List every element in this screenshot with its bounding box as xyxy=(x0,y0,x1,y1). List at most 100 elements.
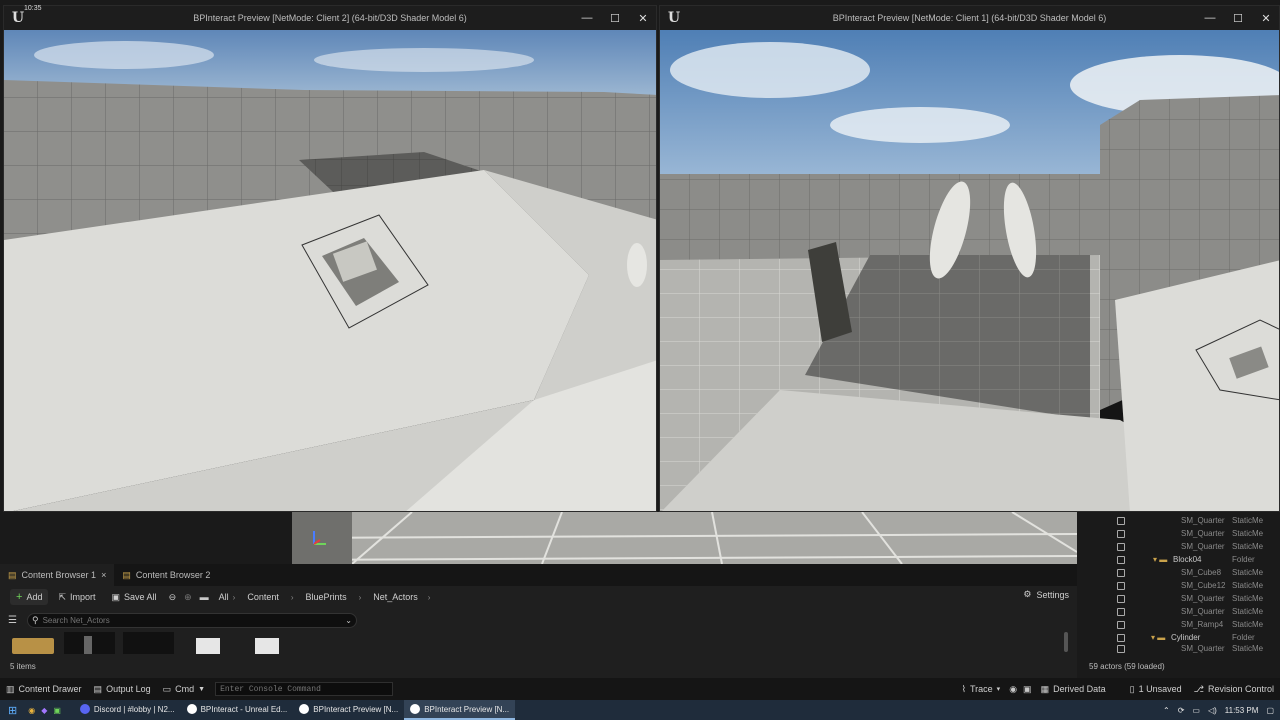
visual-studio-icon[interactable]: ◆ xyxy=(38,706,50,715)
tab-close-button[interactable]: × xyxy=(101,570,106,580)
outliner-row[interactable]: SM_Cube8 StaticMe xyxy=(1077,566,1280,579)
lock-icon[interactable] xyxy=(1117,555,1125,564)
lock-icon[interactable] xyxy=(1117,620,1125,629)
minimize-button[interactable]: — xyxy=(580,12,594,24)
asset-thumbnail[interactable] xyxy=(123,632,174,654)
network-icon[interactable]: ▭ xyxy=(1192,706,1200,715)
maximize-button[interactable]: ☐ xyxy=(1231,12,1245,25)
outliner-row[interactable]: SM_Quarter StaticMe xyxy=(1077,514,1280,527)
asset-thumbnail[interactable] xyxy=(241,632,292,654)
client1-viewport[interactable] xyxy=(660,30,1279,511)
taskbar-item-label: BPInteract - Unreal Ed... xyxy=(200,704,288,714)
breadcrumb-all[interactable]: All xyxy=(219,592,229,602)
lock-icon[interactable] xyxy=(1117,568,1125,577)
tab-label: Content Browser 1 xyxy=(21,570,97,580)
outliner-row[interactable]: SM_Quarter StaticMe xyxy=(1077,527,1280,540)
lock-icon[interactable] xyxy=(1117,542,1125,551)
lock-icon[interactable] xyxy=(1117,581,1125,590)
asset-scrollbar[interactable] xyxy=(1064,632,1068,652)
outliner-row[interactable]: SM_Cube12 StaticMe xyxy=(1077,579,1280,592)
minimize-button[interactable]: — xyxy=(1203,12,1217,24)
taskbar: ⊞ ◉ ◆ ▣ Discord | #lobby | N2... BPInter… xyxy=(0,700,1280,720)
history-forward-icon[interactable]: ⊕ xyxy=(182,592,194,603)
tab-content-browser-2[interactable]: ▤ Content Browser 2 xyxy=(114,564,218,586)
trace-button[interactable]: ⌇ Trace ▾ xyxy=(956,684,1007,695)
save-all-label: Save All xyxy=(124,592,157,602)
revision-control-button[interactable]: ⎇ Revision Control xyxy=(1188,684,1280,695)
close-button[interactable]: ✕ xyxy=(1259,12,1273,25)
lock-icon[interactable] xyxy=(1117,633,1125,642)
record-icon[interactable]: ◉ xyxy=(1006,684,1020,695)
client2-window[interactable]: U BPInteract Preview [NetMode: Client 2]… xyxy=(3,5,657,512)
outliner-row[interactable]: SM_Ramp4 StaticMe xyxy=(1077,618,1280,631)
import-button[interactable]: ⇱ Import xyxy=(52,590,101,605)
search-box[interactable]: ⚲ ⌄ xyxy=(26,612,357,628)
outliner-row[interactable]: SM_Quarter StaticMe xyxy=(1077,540,1280,553)
breadcrumb-blueprints[interactable]: BluePrints xyxy=(306,592,347,602)
lock-icon[interactable] xyxy=(1117,644,1125,653)
console-box[interactable] xyxy=(215,682,394,696)
breadcrumb: All › Content › BluePrints › Net_Actors … xyxy=(215,592,435,602)
app-icon[interactable]: ▣ xyxy=(50,706,64,715)
chevron-down-icon[interactable]: ⌄ xyxy=(345,616,352,625)
taskbar-item-preview-2[interactable]: BPInteract Preview [N... xyxy=(404,700,516,720)
discord-icon xyxy=(79,704,90,714)
outliner-row[interactable]: SM_Quarter StaticMe xyxy=(1077,592,1280,605)
taskbar-item-discord[interactable]: Discord | #lobby | N2... xyxy=(74,700,181,720)
client2-titlebar[interactable]: U BPInteract Preview [NetMode: Client 2]… xyxy=(4,6,656,30)
tab-label: Content Browser 2 xyxy=(135,570,211,580)
editor-viewport[interactable] xyxy=(292,512,1077,564)
notification-icon[interactable]: ▢ xyxy=(1266,706,1274,715)
cmd-label: Cmd xyxy=(175,684,195,694)
asset-thumbnail[interactable] xyxy=(182,632,233,654)
taskbar-item-preview-1[interactable]: BPInteract Preview [N... xyxy=(293,700,404,720)
cmd-dropdown[interactable]: ▭ Cmd ▼ xyxy=(157,684,211,695)
outliner-row[interactable]: SM_Quarter StaticMe xyxy=(1077,644,1280,653)
console-input[interactable] xyxy=(220,684,391,694)
lock-icon[interactable] xyxy=(1117,516,1125,525)
status-bar: ▥ Content Drawer ▤ Output Log ▭ Cmd ▼ ⌇ … xyxy=(0,678,1280,700)
sync-icon[interactable]: ⟳ xyxy=(1178,706,1185,715)
settings-button[interactable]: ⚙ Settings xyxy=(1023,589,1069,600)
taskbar-item-label: Discord | #lobby | N2... xyxy=(93,704,175,714)
history-back-icon[interactable]: ⊖ xyxy=(167,592,179,603)
chevron-right-icon: › xyxy=(427,592,431,602)
windows-start-icon[interactable]: ⊞ xyxy=(0,704,25,717)
outliner-folder-row[interactable]: ▾ ▬ Block04 Folder xyxy=(1077,553,1280,566)
close-button[interactable]: ✕ xyxy=(636,12,650,25)
filter-icon[interactable]: ☰ xyxy=(4,615,21,626)
folder-icon: ▾ ▬ xyxy=(1153,555,1168,564)
volume-icon[interactable]: ◁) xyxy=(1208,706,1217,715)
settings-label: Settings xyxy=(1036,589,1069,600)
breadcrumb-content[interactable]: Content xyxy=(247,592,279,602)
chrome-icon[interactable]: ◉ xyxy=(25,706,38,715)
add-button[interactable]: + Add xyxy=(10,589,49,605)
plus-icon: + xyxy=(16,591,23,603)
camera-icon[interactable]: ▣ xyxy=(1020,684,1035,695)
derived-data-button[interactable]: ▦ Derived Data xyxy=(1035,684,1112,695)
clock-time[interactable]: 11:53 PM xyxy=(1225,706,1259,715)
client2-viewport[interactable] xyxy=(4,30,656,511)
client1-window[interactable]: U BPInteract Preview [NetMode: Client 1]… xyxy=(659,5,1280,512)
save-all-button[interactable]: ▣ Save All xyxy=(106,590,163,605)
lock-icon[interactable] xyxy=(1117,607,1125,616)
output-log-button[interactable]: ▤ Output Log xyxy=(88,684,157,695)
unsaved-button[interactable]: ▯ 1 Unsaved xyxy=(1124,684,1188,695)
tab-content-browser-1[interactable]: ▤ Content Browser 1 × xyxy=(0,564,115,586)
content-drawer-label: Content Drawer xyxy=(18,684,82,694)
client1-titlebar[interactable]: U BPInteract Preview [NetMode: Client 1]… xyxy=(660,6,1279,30)
asset-folder[interactable] xyxy=(10,632,56,654)
outliner-row[interactable]: SM_Quarter StaticMe xyxy=(1077,605,1280,618)
asset-grid xyxy=(10,632,292,654)
content-drawer-button[interactable]: ▥ Content Drawer xyxy=(0,684,88,695)
lock-icon[interactable] xyxy=(1117,594,1125,603)
outliner-folder-row[interactable]: ▾ ▬ Cylinder Folder xyxy=(1077,631,1280,644)
lock-icon[interactable] xyxy=(1117,529,1125,538)
asset-thumbnail[interactable] xyxy=(64,632,115,654)
unreal-logo-icon: U xyxy=(11,10,25,26)
taskbar-item-unreal-editor[interactable]: BPInteract - Unreal Ed... xyxy=(181,700,294,720)
maximize-button[interactable]: ☐ xyxy=(608,12,622,25)
breadcrumb-net-actors[interactable]: Net_Actors xyxy=(373,592,418,602)
chevron-up-icon[interactable]: ⌃ xyxy=(1163,706,1170,715)
search-input[interactable] xyxy=(42,615,323,625)
